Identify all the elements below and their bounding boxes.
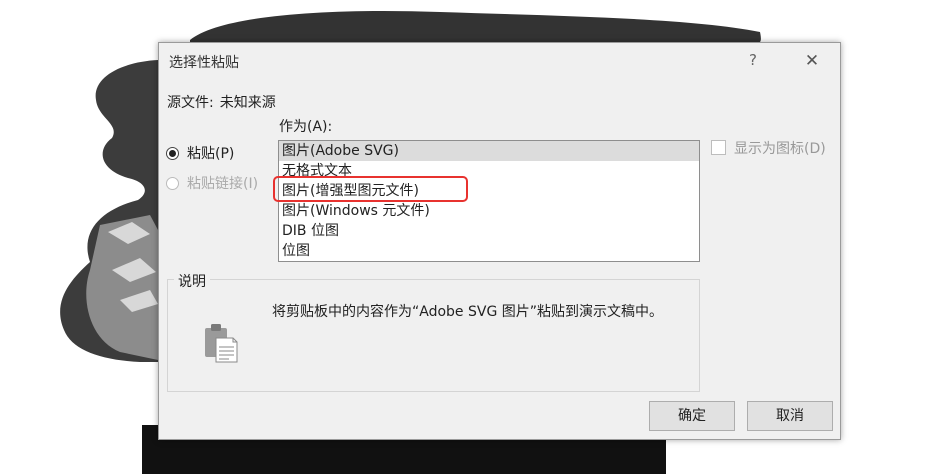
checkbox-icon — [711, 140, 726, 155]
description-group: 说明 将剪贴板中的内容作为“Adobe SVG 图片”粘贴到演示文稿中。 — [167, 271, 700, 392]
close-button[interactable]: ✕ — [797, 51, 827, 73]
paste-radio-label: 粘贴(P) — [187, 146, 235, 162]
description-text: 将剪贴板中的内容作为“Adobe SVG 图片”粘贴到演示文稿中。 — [272, 304, 664, 320]
source-label: 源文件: — [167, 95, 214, 111]
source-value: 未知来源 — [219, 95, 276, 111]
title-bar: 选择性粘贴 ? ✕ — [159, 43, 840, 79]
as-label: 作为(A): — [279, 119, 333, 135]
clipboard-icon — [205, 324, 238, 363]
description-legend: 说明 — [174, 271, 210, 291]
ok-button[interactable]: 确定 — [649, 401, 735, 431]
source-file: 源文件: 未知来源 — [167, 92, 276, 112]
paste-radio[interactable]: 粘贴(P) — [166, 143, 234, 163]
paste-link-radio-label: 粘贴链接(I) — [187, 176, 259, 192]
help-button[interactable]: ? — [739, 51, 767, 73]
format-item-bitmap[interactable]: 位图 — [279, 241, 699, 261]
format-item-adobe-svg[interactable]: 图片(Adobe SVG) — [279, 141, 699, 161]
paste-special-dialog: 选择性粘贴 ? ✕ 源文件: 未知来源 作为(A): 粘贴(P) 粘贴链接(I) … — [158, 42, 841, 440]
display-as-icon-checkbox[interactable]: 显示为图标(D) — [711, 138, 826, 158]
cancel-button[interactable]: 取消 — [747, 401, 833, 431]
radio-unchecked-icon — [166, 177, 179, 190]
radio-checked-icon — [166, 147, 179, 160]
dialog-title: 选择性粘贴 — [169, 55, 239, 71]
paste-link-radio[interactable]: 粘贴链接(I) — [166, 173, 258, 193]
display-as-icon-label: 显示为图标(D) — [734, 141, 826, 157]
highlight-annotation — [273, 176, 468, 202]
format-item-wmf[interactable]: 图片(Windows 元文件) — [279, 201, 699, 221]
format-item-dib[interactable]: DIB 位图 — [279, 221, 699, 241]
